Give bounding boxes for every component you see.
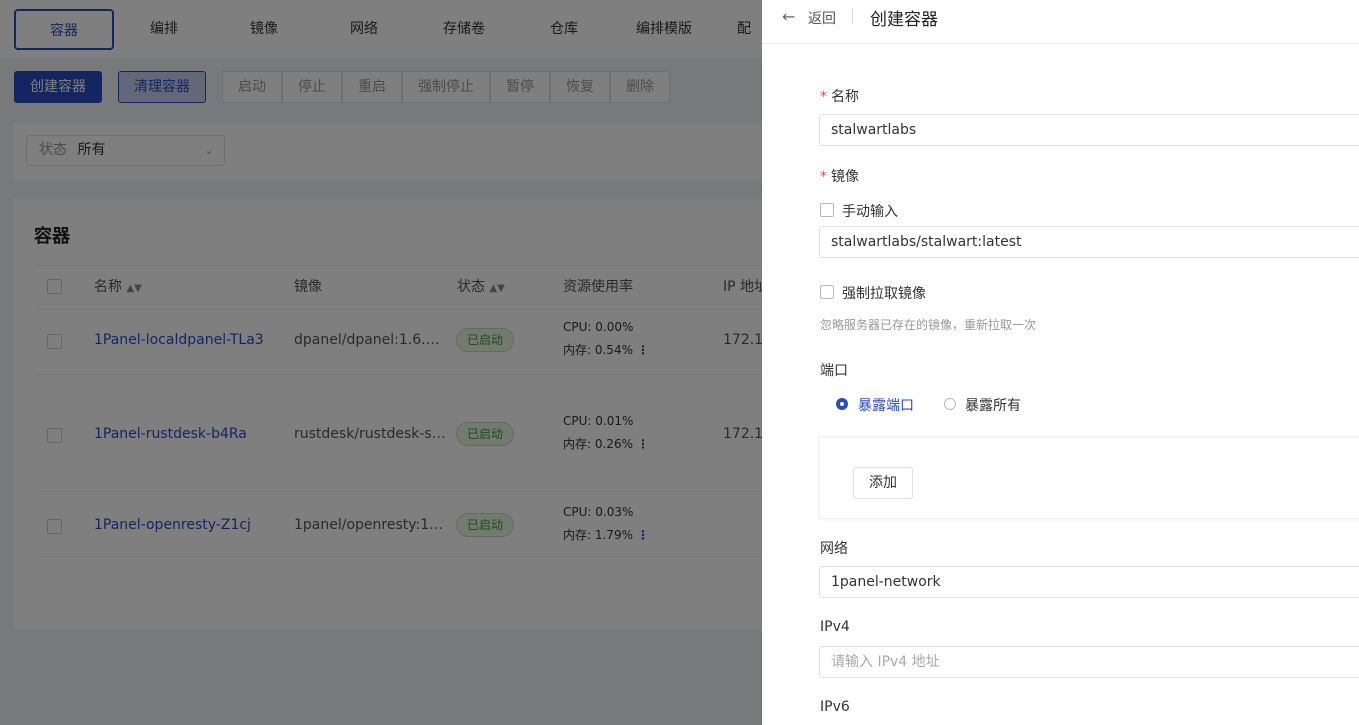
force-pull-hint: 忽略服务器已存在的镜像，重新拉取一次 [820,318,1037,332]
port-label: 端口 [820,363,848,379]
ipv6-label: IPv6 [820,699,850,715]
image-label-text: 镜像 [831,169,859,185]
required-marker: * [820,89,827,105]
modal-overlay[interactable] [0,0,762,725]
force-pull-checkbox[interactable] [820,285,834,299]
drawer-title: 创建容器 [870,10,938,30]
name-label-text: 名称 [831,89,859,105]
image-label: * 镜像 [820,166,859,186]
force-pull-label[interactable]: 强制拉取镜像 [842,283,926,303]
name-label: * 名称 [820,86,859,106]
expose-all-label[interactable]: 暴露所有 [965,395,1021,415]
network-select[interactable]: 1panel-network [819,566,1359,598]
expose-ports-label[interactable]: 暴露端口 [858,395,914,415]
manual-input-checkbox[interactable] [820,203,834,217]
port-list-box: 添加 [819,437,1359,519]
required-marker: * [820,169,827,185]
name-input[interactable]: stalwartlabs [819,114,1359,146]
divider [852,8,853,24]
network-label: 网络 [820,541,848,557]
ipv4-label: IPv4 [820,619,850,635]
arrow-left-icon[interactable]: ← [782,7,795,26]
add-port-button[interactable]: 添加 [853,467,913,499]
ipv4-input[interactable]: 请输入 IPv4 地址 [819,646,1359,678]
expose-all-radio[interactable] [944,398,956,410]
back-button[interactable]: 返回 [808,8,836,28]
manual-input-label[interactable]: 手动输入 [842,201,898,221]
create-container-drawer: ← 返回 创建容器 * 名称 stalwartlabs * 镜像 手动输入 stal… [762,0,1359,725]
image-input[interactable]: stalwartlabs/stalwart:latest [819,226,1359,258]
expose-ports-radio[interactable] [836,398,848,410]
drawer-header: ← 返回 创建容器 [762,0,1359,44]
